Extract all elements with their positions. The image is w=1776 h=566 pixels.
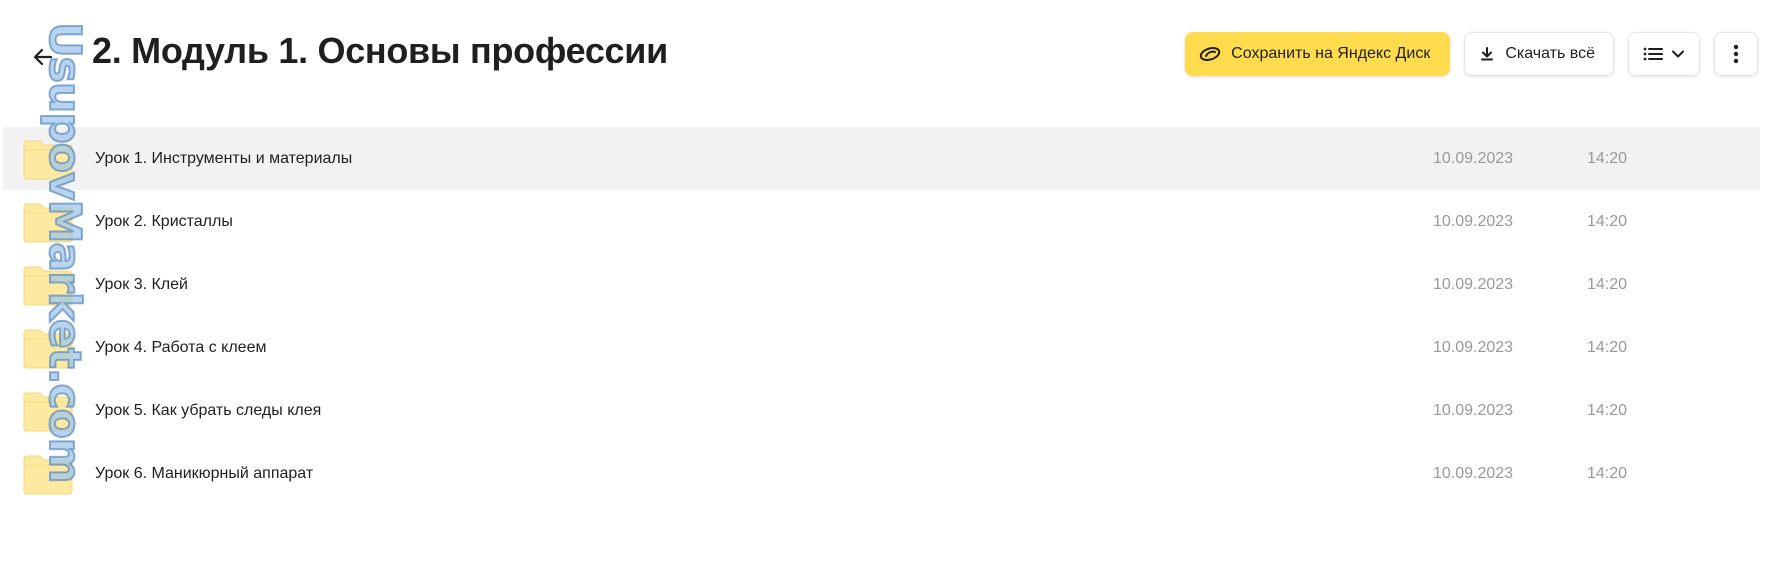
toolbar: Сохранить на Яндекс Диск Скачать всё bbox=[1185, 32, 1758, 76]
save-button-label: Сохранить на Яндекс Диск bbox=[1231, 45, 1431, 62]
file-row[interactable]: Урок 1. Инструменты и материалы 10.09.202… bbox=[3, 127, 1760, 190]
list-view-icon bbox=[1643, 47, 1663, 61]
file-time: 14:20 bbox=[1587, 464, 1628, 482]
header: 2. Модуль 1. Основы профессии Сохранить … bbox=[0, 0, 1776, 110]
more-vertical-icon bbox=[1733, 44, 1739, 64]
download-icon bbox=[1481, 47, 1494, 61]
file-date: 10.09.2023 bbox=[1433, 149, 1514, 167]
file-name: Урок 2. Кристаллы bbox=[95, 212, 233, 230]
chevron-down-icon bbox=[1672, 50, 1684, 58]
file-date: 10.09.2023 bbox=[1433, 464, 1514, 482]
file-list: Урок 1. Инструменты и материалы 10.09.202… bbox=[3, 127, 1760, 505]
file-name: Урок 3. Клей bbox=[95, 275, 188, 293]
save-to-disk-button[interactable]: Сохранить на Яндекс Диск bbox=[1185, 32, 1451, 76]
arrow-left-icon bbox=[33, 48, 53, 66]
view-mode-dropdown[interactable] bbox=[1628, 32, 1700, 76]
file-time: 14:20 bbox=[1587, 149, 1628, 167]
file-row[interactable]: Урок 6. Маникюрный аппарат 10.09.2023 14:2… bbox=[3, 442, 1760, 505]
disk-icon bbox=[1199, 47, 1221, 61]
file-row[interactable]: Урок 4. Работа с клеем 10.09.2023 14:20 bbox=[3, 316, 1760, 379]
file-row[interactable]: Урок 2. Кристаллы 10.09.2023 14:20 bbox=[3, 190, 1760, 253]
file-name: Урок 6. Маникюрный аппарат bbox=[95, 464, 314, 482]
file-name: Урок 4. Работа с клеем bbox=[95, 338, 267, 356]
download-all-button[interactable]: Скачать всё bbox=[1464, 32, 1614, 76]
file-time: 14:20 bbox=[1587, 212, 1628, 230]
folder-icon bbox=[23, 140, 73, 180]
folder-icon bbox=[23, 392, 73, 432]
back-button[interactable] bbox=[26, 40, 60, 74]
page-title: 2. Модуль 1. Основы профессии bbox=[92, 30, 668, 71]
folder-icon bbox=[23, 266, 73, 306]
file-time: 14:20 bbox=[1587, 338, 1628, 356]
file-name: Урок 5. Как убрать следы клея bbox=[95, 401, 322, 419]
file-time: 14:20 bbox=[1587, 275, 1628, 293]
folder-icon bbox=[23, 203, 73, 243]
more-options-button[interactable] bbox=[1714, 32, 1758, 76]
file-name: Урок 1. Инструменты и материалы bbox=[95, 149, 353, 167]
file-date: 10.09.2023 bbox=[1433, 401, 1514, 419]
file-time: 14:20 bbox=[1587, 401, 1628, 419]
folder-icon bbox=[23, 455, 73, 495]
folder-icon bbox=[23, 329, 73, 369]
file-date: 10.09.2023 bbox=[1433, 275, 1514, 293]
download-button-label: Скачать всё bbox=[1505, 45, 1595, 62]
file-row[interactable]: Урок 3. Клей 10.09.2023 14:20 bbox=[3, 253, 1760, 316]
file-row[interactable]: Урок 5. Как убрать следы клея 10.09.2023 1… bbox=[3, 379, 1760, 442]
file-date: 10.09.2023 bbox=[1433, 338, 1514, 356]
file-date: 10.09.2023 bbox=[1433, 212, 1514, 230]
